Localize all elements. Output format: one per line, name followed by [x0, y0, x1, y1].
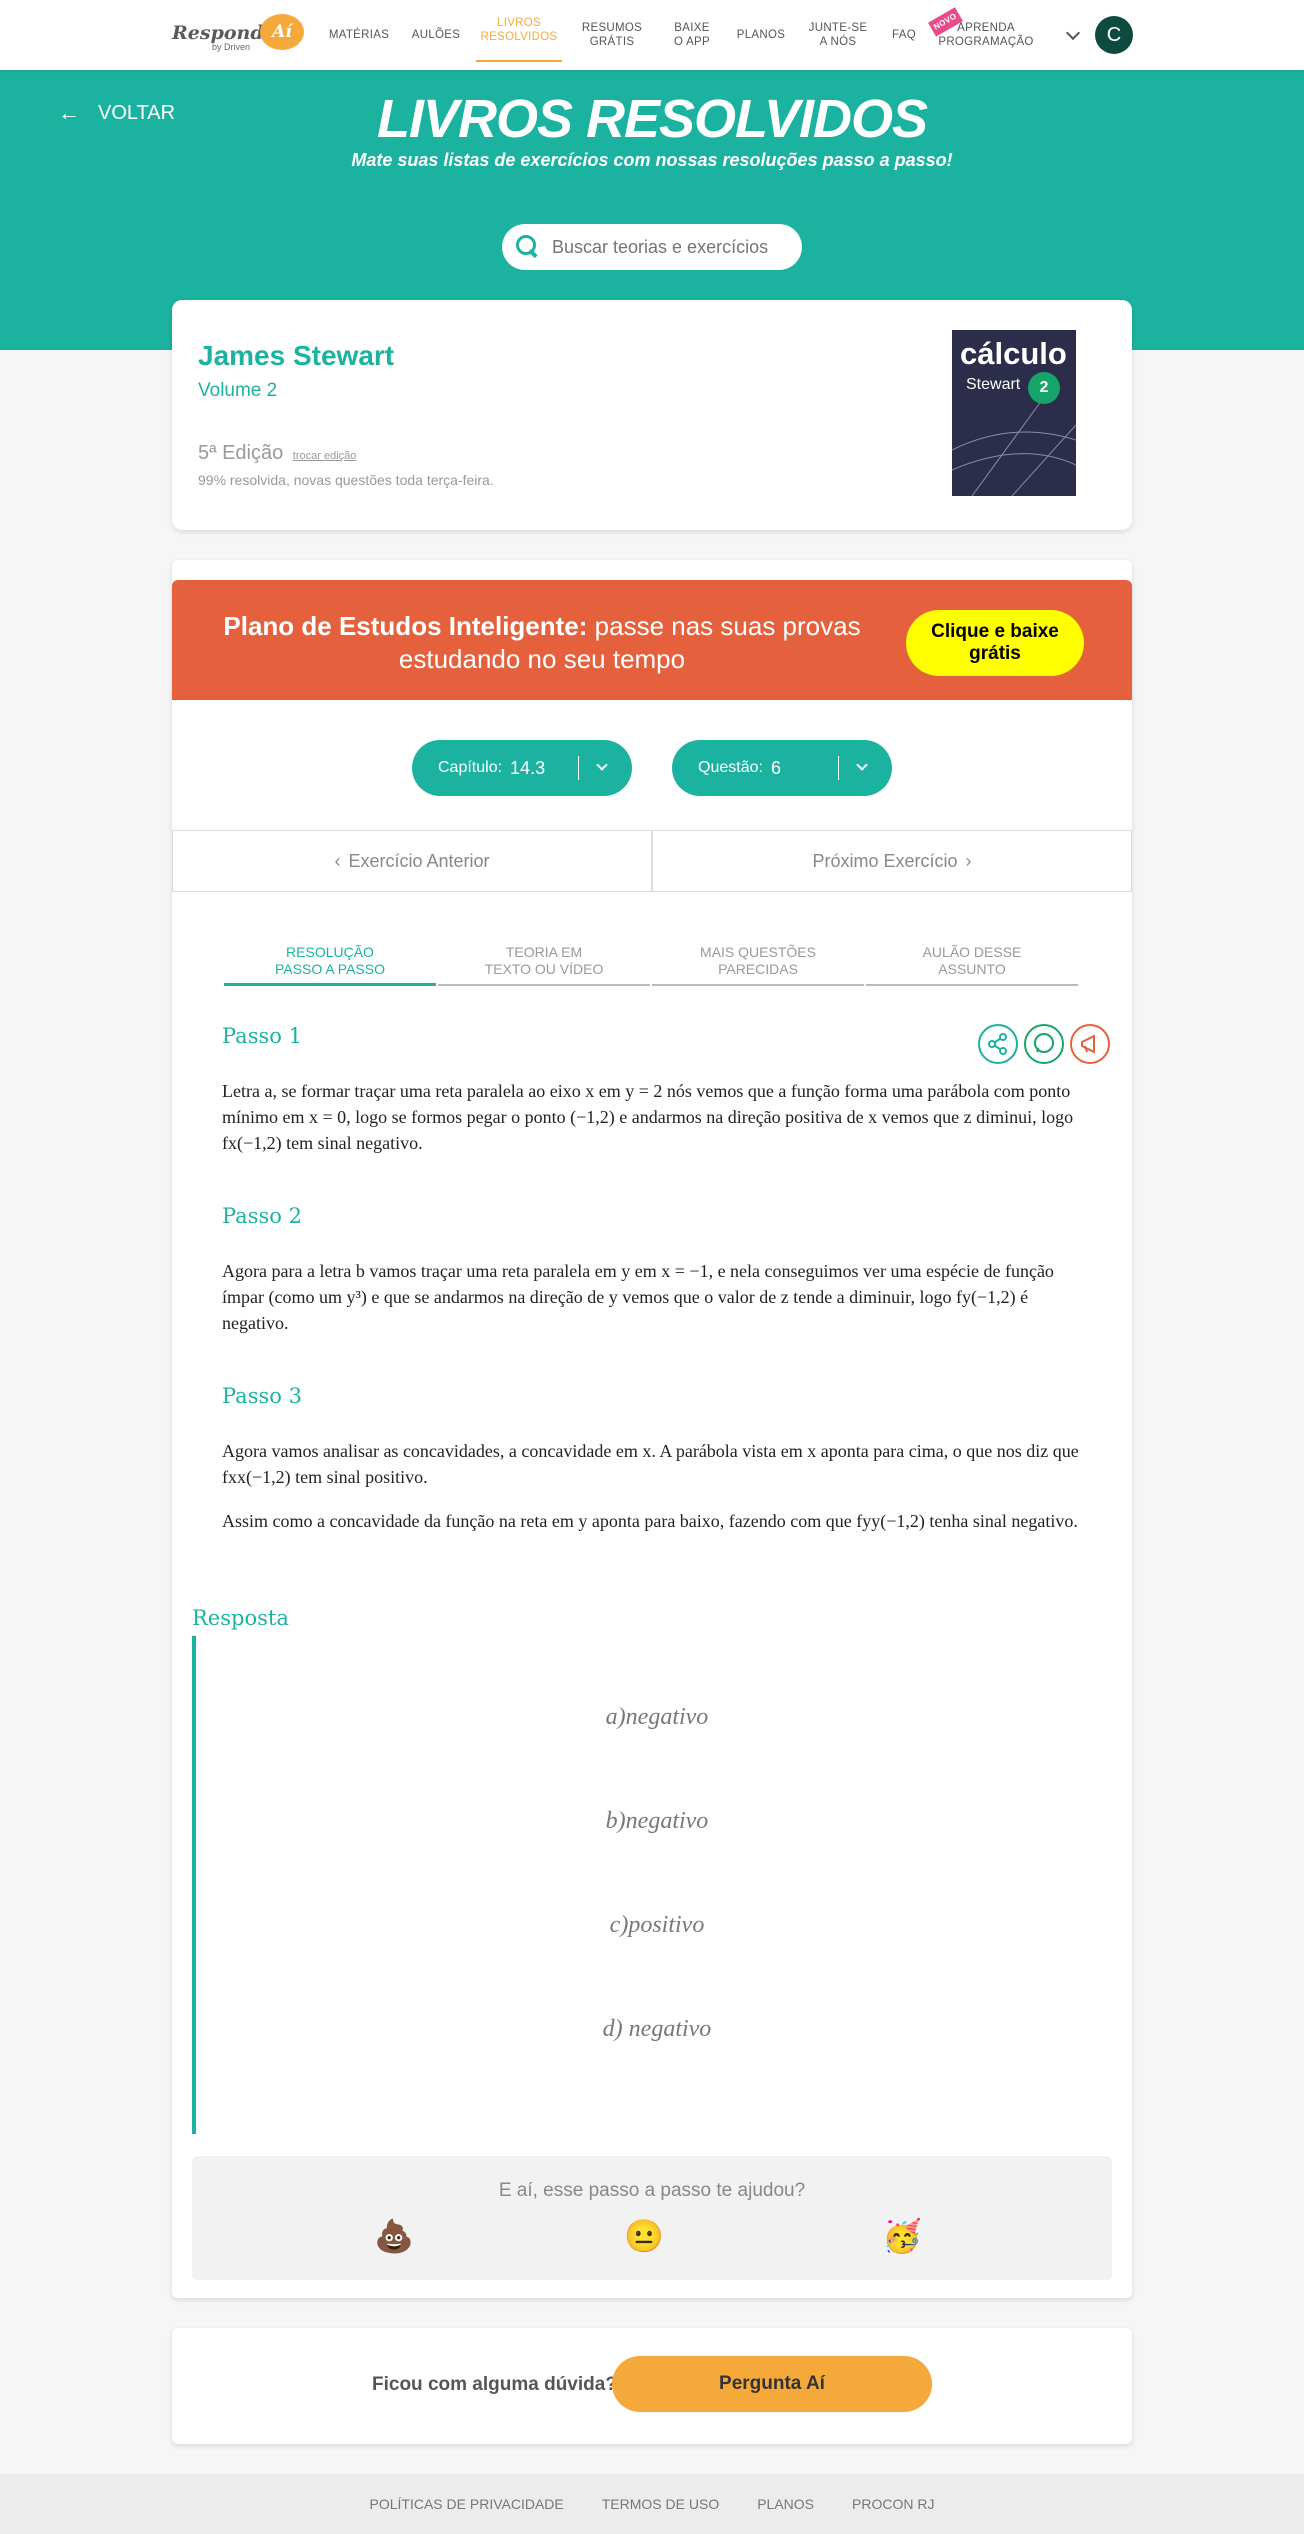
feedback-box: E aí, esse passo a passo te ajudou? 💩 😐 … — [192, 2156, 1112, 2280]
answer-a: a)negativo — [605, 1704, 709, 1730]
feedback-question: E aí, esse passo a passo te ajudou? — [498, 2180, 806, 2201]
answer-b: b)negativo — [605, 1808, 709, 1834]
chevron-down-icon — [856, 759, 868, 771]
logo-subtext: by Driven — [212, 42, 251, 52]
chapter-value: 14.3 — [510, 757, 546, 778]
report-button[interactable] — [1070, 1024, 1110, 1064]
nav-planos[interactable]: PLANOS — [732, 0, 790, 70]
footer-link-privacy[interactable]: POLÍTICAS DE PRIVACIDADE — [370, 2496, 564, 2512]
nav-resumos-gratis[interactable]: RESUMOS GRÁTIS — [574, 0, 650, 70]
previous-exercise-button[interactable]: ‹ Exercício Anterior — [172, 830, 652, 892]
step-2-title: Passo 2 — [222, 1204, 302, 1228]
chevron-left-icon: ‹ — [334, 850, 341, 871]
ask-button[interactable]: Pergunta Aí — [612, 2356, 932, 2412]
change-edition-link[interactable]: trocar edição — [293, 450, 357, 462]
question-label: Questão: — [698, 759, 763, 776]
tab-teoria[interactable]: TEORIA EM TEXTO OU VÍDEO — [438, 944, 650, 986]
answer-title: Resposta — [192, 1606, 289, 1630]
nav-label: MATÉRIAS — [328, 29, 390, 41]
tab-mais-questoes[interactable]: MAIS QUESTÕES PARECIDAS — [652, 944, 864, 986]
nav-label: BAIXE O APP — [673, 22, 711, 48]
share-button[interactable] — [978, 1024, 1018, 1064]
step-3-title: Passo 3 — [222, 1384, 302, 1408]
whatsapp-button[interactable] — [1024, 1024, 1064, 1064]
page-subtitle: Mate suas listas de exercícios com nossa… — [351, 150, 953, 170]
ask-card: Ficou com alguma dúvida? Pergunta Aí — [172, 2328, 1132, 2444]
nav-label: PLANOS — [736, 29, 786, 41]
avatar[interactable]: C — [1095, 16, 1133, 54]
tab-aulao[interactable]: AULÃO DESSE ASSUNTO — [866, 944, 1078, 986]
book-volume: Volume 2 — [198, 380, 278, 401]
footer-link-terms[interactable]: TERMOS DE USO — [602, 2496, 719, 2512]
promo-bold: Plano de Estudos Inteligente: — [223, 611, 588, 641]
divider — [838, 756, 839, 780]
tab-resolucao[interactable]: RESOLUÇÃO PASSO A PASSO — [224, 944, 436, 986]
top-header: Responde by Driven Aí MATÉRIAS AULÕES LI… — [0, 0, 1304, 70]
step-1-text: Letra a, se formar traçar uma reta paral… — [222, 1081, 1074, 1153]
chapter-select[interactable]: Capítulo: 14.3 — [412, 740, 632, 796]
promo-download-button[interactable]: Clique e baixe grátis — [906, 610, 1084, 676]
answer-c: c)positivo — [609, 1912, 705, 1938]
logo[interactable]: Responde by Driven Aí — [172, 14, 304, 56]
book-edition: 5ª Edição trocar edição — [198, 442, 356, 465]
answer-d: d) negativo — [602, 2016, 712, 2042]
previous-exercise-label: Exercício Anterior — [348, 850, 490, 871]
nav-auloes[interactable]: AULÕES — [408, 0, 464, 70]
ask-text: Ficou com alguma dúvida? — [372, 2374, 617, 2395]
nav-faq[interactable]: FAQ — [884, 0, 924, 70]
nav-materias[interactable]: MATÉRIAS — [326, 0, 392, 70]
search-bar[interactable] — [502, 224, 802, 270]
chapter-label: Capítulo: — [438, 759, 503, 776]
question-select[interactable]: Questão: 6 — [672, 740, 892, 796]
next-exercise-label: Próximo Exercício — [812, 850, 958, 871]
resolved-status: 99% resolvida, novas questões toda terça… — [198, 472, 494, 488]
footer-link-procon[interactable]: PROCON RJ — [852, 2496, 934, 2512]
exercise-card: Plano de Estudos Inteligente: passe nas … — [172, 560, 1132, 2298]
chevron-down-icon[interactable] — [1065, 25, 1081, 41]
chevron-down-icon — [596, 759, 608, 771]
answer-bar — [192, 1636, 196, 2134]
poop-icon[interactable]: 💩 — [374, 2216, 414, 2256]
divider — [578, 756, 579, 780]
nav-label: FAQ — [892, 29, 916, 41]
cover-title: cálculo — [960, 336, 1067, 371]
promo-text: Plano de Estudos Inteligente: passe nas … — [212, 610, 872, 676]
book-card: James Stewart Volume 2 5ª Edição trocar … — [172, 300, 1132, 530]
footer-link-plans[interactable]: PLANOS — [757, 2496, 814, 2512]
nav-label: RESUMOS GRÁTIS — [581, 22, 643, 48]
nav-label: JUNTE-SE A NÓS — [808, 22, 868, 48]
step-1-title: Passo 1 — [222, 1024, 302, 1048]
nav-livros-resolvidos[interactable]: LIVROS RESOLVIDOS — [476, 0, 562, 62]
step-3-text-1: Agora vamos analisar as concavidades, a … — [222, 1441, 1079, 1487]
page-title: LIVROS RESOLVIDOS — [376, 89, 928, 149]
cover-author: Stewart — [966, 376, 1021, 393]
megaphone-icon — [1081, 1034, 1095, 1054]
party-face-icon[interactable]: 🥳 — [882, 2216, 922, 2256]
question-value: 6 — [770, 757, 781, 778]
whatsapp-icon — [1034, 1033, 1054, 1053]
footer: POLÍTICAS DE PRIVACIDADE TERMOS DE USO P… — [0, 2474, 1304, 2534]
step-2-text: Agora para a letra b vamos traçar uma re… — [222, 1261, 1054, 1333]
promo-banner: Plano de Estudos Inteligente: passe nas … — [172, 580, 1132, 700]
book-author: James Stewart — [198, 340, 395, 371]
neutral-face-icon[interactable]: 😐 — [624, 2216, 664, 2256]
nav-baixe-app[interactable]: BAIXE O APP — [666, 0, 718, 70]
nav-label: LIVROS RESOLVIDOS — [480, 17, 558, 43]
share-icon — [988, 1033, 1007, 1055]
nav-aprenda-programacao[interactable]: NOVO APRENDA PROGRAMAÇÃO — [928, 0, 1038, 70]
logo-blob: Aí — [260, 14, 304, 50]
nav-label: AULÕES — [411, 29, 461, 41]
step-3-text-2: Assim como a concavidade da função na re… — [222, 1511, 1078, 1531]
content-tabs: RESOLUÇÃO PASSO A PASSO TEORIA EM TEXTO … — [224, 944, 1080, 986]
next-exercise-button[interactable]: Próximo Exercício › — [652, 830, 1132, 892]
edition-label: 5ª Edição — [198, 442, 284, 464]
search-input[interactable] — [552, 236, 782, 258]
chevron-right-icon: › — [965, 850, 972, 871]
search-icon — [516, 235, 540, 259]
cover-number: 2 — [1028, 372, 1060, 404]
book-cover: cálculo Stewart 2 — [952, 330, 1076, 496]
nav-junte-se[interactable]: JUNTE-SE A NÓS — [804, 0, 872, 70]
